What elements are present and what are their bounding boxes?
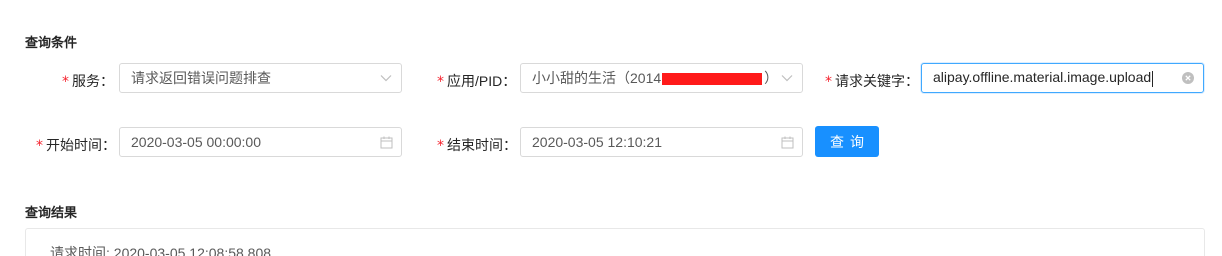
keyword-input-value: alipay.offline.material.image.upload [933, 69, 1181, 87]
keyword-input[interactable]: alipay.offline.material.image.upload [921, 63, 1204, 93]
end-time-value: 2020-03-05 12:10:21 [532, 134, 662, 150]
redaction-bar [662, 73, 763, 86]
required-mark: * [62, 74, 69, 90]
start-time-label: * 开始时间： [36, 135, 116, 155]
calendar-icon [780, 135, 794, 149]
keyword-label-text: 请求关键字 [835, 73, 905, 89]
start-time-picker[interactable]: 2020-03-05 00:00:00 [119, 127, 402, 157]
label-colon: ： [100, 73, 114, 89]
calendar-icon [379, 135, 393, 149]
keyword-label: * 请求关键字： [825, 71, 919, 91]
app-pid-select[interactable]: 小小甜的生活（2014 ） [520, 63, 803, 93]
service-select-value: 请求返回错误问题排查 [131, 70, 271, 86]
query-conditions-title: 查询条件 [25, 35, 78, 50]
required-mark: * [437, 138, 444, 154]
text-caret [1152, 70, 1154, 87]
service-select[interactable]: 请求返回错误问题排查 [119, 63, 402, 93]
chevron-down-icon [780, 71, 794, 85]
app-pid-label-text: 应用/PID [447, 73, 503, 89]
clear-circle-icon[interactable] [1181, 71, 1195, 85]
start-time-value: 2020-03-05 00:00:00 [131, 134, 261, 150]
label-colon: ： [502, 73, 517, 89]
required-mark: * [825, 74, 832, 90]
app-pid-value-prefix: 小小甜的生活（2014 [532, 70, 662, 86]
query-results-title: 查询结果 [25, 205, 78, 220]
end-time-label: * 结束时间： [437, 135, 517, 155]
query-page: 查询条件 * 服务： 请求返回错误问题排查 * 应用/PID： 小小甜的生活（201… [0, 0, 1222, 256]
required-mark: * [36, 138, 43, 154]
app-pid-select-value: 小小甜的生活（2014 ） [532, 68, 780, 88]
request-time-label: 请求时间: [50, 245, 110, 256]
service-label: * 服务： [62, 71, 114, 91]
start-time-label-text: 开始时间 [46, 137, 102, 153]
label-colon: ： [102, 137, 116, 153]
label-colon: ： [905, 73, 919, 89]
result-panel: 请求时间: 2020-03-05 12:08:58.808 [25, 228, 1205, 256]
request-time-line: 请求时间: 2020-03-05 12:08:58.808 [50, 243, 271, 256]
app-pid-label: * 应用/PID： [437, 71, 516, 91]
service-label-text: 服务 [72, 73, 100, 89]
request-time-value: 2020-03-05 12:08:58.808 [113, 245, 272, 256]
app-pid-value-suffix: ） [764, 70, 779, 86]
label-colon: ： [503, 137, 517, 153]
end-time-picker[interactable]: 2020-03-05 12:10:21 [520, 127, 803, 157]
required-mark: * [437, 74, 444, 90]
chevron-down-icon [379, 71, 393, 85]
keyword-input-text: alipay.offline.material.image.upload [933, 69, 1152, 86]
search-button[interactable]: 查询 [815, 126, 879, 157]
end-time-label-text: 结束时间 [447, 137, 503, 153]
